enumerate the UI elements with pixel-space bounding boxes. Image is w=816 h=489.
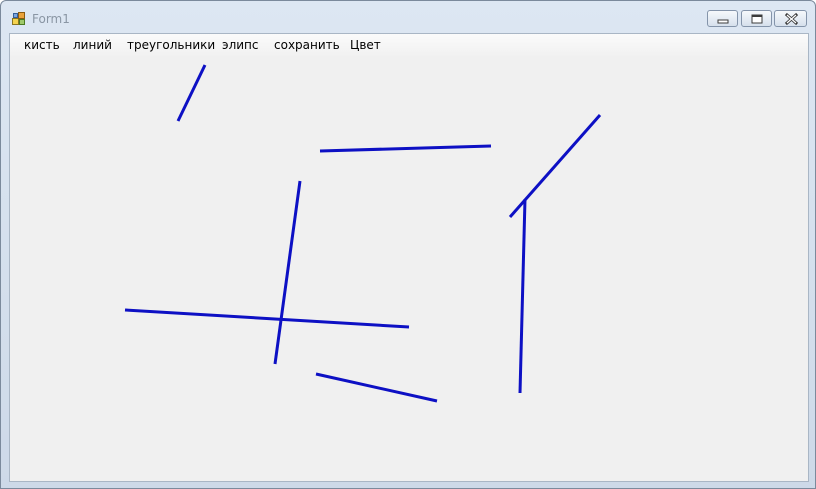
drawn-line-2 — [319, 144, 492, 153]
drawn-line-5 — [315, 372, 438, 403]
menu-item-triangles[interactable]: треугольники — [121, 34, 221, 56]
minimize-icon — [717, 19, 729, 24]
form-client-area: кисть линий треугольники элипс сохранить… — [9, 33, 809, 482]
maximize-button[interactable] — [741, 10, 772, 27]
close-button[interactable] — [774, 10, 807, 27]
app-window: Form1 кисть линий треугольники элипс сох — [0, 0, 816, 489]
drawn-line-4 — [124, 308, 410, 329]
drawn-line-3 — [273, 180, 302, 365]
close-icon — [784, 12, 799, 26]
window-title: Form1 — [32, 12, 70, 26]
title-bar[interactable]: Form1 — [1, 1, 815, 33]
app-icon[interactable] — [12, 12, 26, 26]
menu-item-lines[interactable]: линий — [67, 34, 118, 56]
menu-item-brush[interactable]: кисть — [18, 34, 66, 56]
menu-bar: кисть линий треугольники элипс сохранить… — [10, 34, 808, 56]
menu-item-save[interactable]: сохранить — [268, 34, 346, 56]
minimize-button[interactable] — [707, 10, 738, 27]
drawn-line-7 — [518, 198, 527, 394]
menu-item-ellipse[interactable]: элипс — [216, 34, 265, 56]
drawn-line-1 — [176, 64, 207, 122]
menu-item-color[interactable]: Цвет — [344, 34, 387, 56]
drawing-canvas[interactable] — [10, 56, 808, 481]
maximize-icon — [751, 14, 763, 24]
